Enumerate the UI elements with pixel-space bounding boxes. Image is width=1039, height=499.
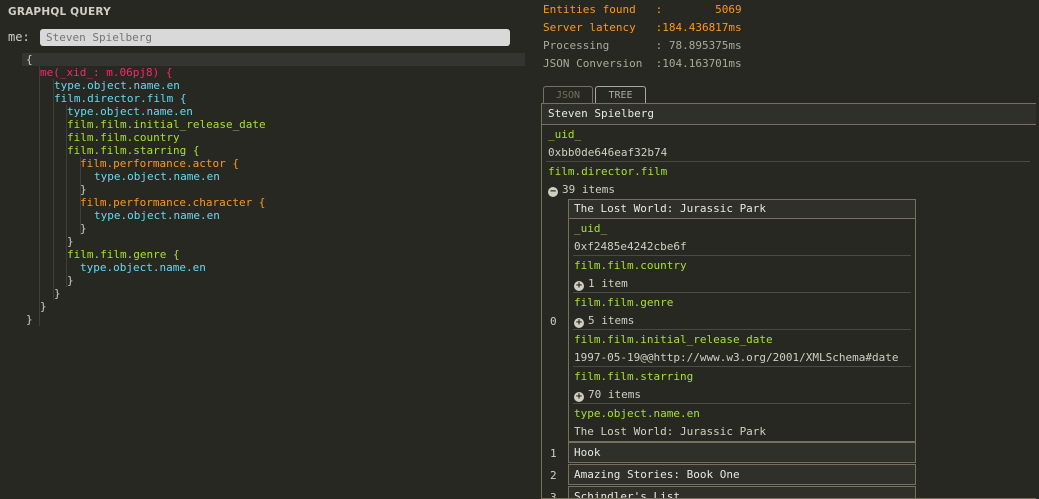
- query-line: film.film.country: [67, 131, 180, 144]
- query-line: {: [22, 53, 525, 66]
- query-editor[interactable]: { me(_xid_: m.06pj8) { type.object.name.…: [22, 53, 525, 333]
- query-line: type.object.name.en: [67, 105, 193, 118]
- film-row[interactable]: Schindler's List: [568, 486, 916, 499]
- query-line: type.object.name.en: [94, 209, 220, 222]
- name-value: The Lost World: Jurassic Park: [574, 425, 767, 438]
- film-index: 0: [550, 315, 557, 328]
- starring-toggle[interactable]: +70 items: [574, 388, 641, 402]
- divider: [573, 403, 911, 404]
- plus-circle-icon[interactable]: +: [574, 281, 584, 291]
- query-line: }: [67, 274, 74, 287]
- query-line: film.director.film {: [54, 92, 187, 105]
- divider: [573, 366, 911, 367]
- country-toggle[interactable]: +1 item: [574, 277, 628, 291]
- genre-toggle[interactable]: +5 items: [574, 314, 634, 328]
- tab-json[interactable]: JSON: [543, 86, 593, 104]
- processing-time: Processing : 78.895375ms: [543, 39, 742, 52]
- uid-value: 0xbb0de646eaf32b74: [548, 146, 668, 159]
- tab-tree[interactable]: TREE: [595, 86, 646, 104]
- query-line: }: [67, 235, 74, 248]
- genre-key: film.film.genre: [574, 296, 674, 309]
- query-line: type.object.name.en: [94, 170, 220, 183]
- divider: [573, 255, 911, 256]
- film-title: Amazing Stories: Book One: [574, 468, 740, 481]
- tree-view: Steven Spielberg _uid_ 0xbb0de646eaf32b7…: [541, 103, 1036, 499]
- film-index: 2: [550, 469, 557, 482]
- json-conversion-time: JSON Conversion :104.163701ms: [543, 57, 742, 70]
- director-key: film.director.film: [548, 165, 668, 178]
- tree-root-header[interactable]: Steven Spielberg: [542, 104, 1036, 125]
- query-line: }: [40, 300, 47, 313]
- query-line: }: [26, 313, 33, 326]
- divider: [546, 161, 1030, 162]
- query-line: type.object.name.en: [80, 261, 206, 274]
- indent-guide: [39, 66, 40, 326]
- plus-circle-icon[interactable]: +: [574, 318, 584, 328]
- film-uid-key: _uid_: [574, 222, 608, 235]
- panel-title: GRAPHQL QUERY: [8, 6, 111, 18]
- name-label: me:: [8, 30, 30, 44]
- query-line: }: [54, 287, 61, 300]
- indent-guide: [53, 79, 54, 300]
- release-value: 1997-05-19@@http://www.w3.org/2001/XMLSc…: [574, 351, 899, 364]
- minus-circle-icon[interactable]: −: [548, 187, 558, 197]
- film-title: Schindler's List: [574, 490, 680, 499]
- server-latency: Server latency :184.436817ms: [543, 21, 742, 34]
- entities-found: Entities found : 5069: [543, 3, 742, 16]
- starring-key: film.film.starring: [574, 370, 694, 383]
- uid-key: _uid_: [548, 128, 582, 141]
- release-key: film.film.initial_release_date: [574, 333, 773, 346]
- film-uid-value: 0xf2485e4242cbe6f: [574, 240, 687, 253]
- query-line: me(_xid_: m.06pj8) {: [40, 66, 173, 79]
- plus-circle-icon[interactable]: +: [574, 392, 584, 402]
- film-card-header[interactable]: The Lost World: Jurassic Park: [569, 200, 915, 219]
- film-index: 3: [550, 491, 557, 499]
- film-title: Hook: [574, 446, 601, 459]
- divider: [573, 292, 911, 293]
- query-line: film.performance.character {: [80, 196, 266, 209]
- results-panel: Entities found : 5069 Server latency :18…: [541, 0, 1039, 499]
- query-line: film.film.genre {: [67, 248, 180, 261]
- name-key: type.object.name.en: [574, 407, 700, 420]
- query-panel: GRAPHQL QUERY me: { me(_xid_: m.06pj8) {…: [0, 0, 526, 497]
- query-line: }: [80, 222, 87, 235]
- root-name: Steven Spielberg: [548, 107, 654, 120]
- director-toggle[interactable]: −39 items: [548, 183, 615, 197]
- name-input[interactable]: [40, 29, 510, 46]
- film-row[interactable]: Amazing Stories: Book One: [568, 464, 916, 485]
- query-line: }: [80, 183, 87, 196]
- film-index: 1: [550, 447, 557, 460]
- film-title: The Lost World: Jurassic Park: [574, 202, 767, 215]
- query-line: film.performance.actor {: [80, 157, 239, 170]
- query-line: film.film.starring {: [67, 144, 200, 157]
- film-card: The Lost World: Jurassic Park _uid_ 0xf2…: [568, 199, 916, 442]
- query-line: type.object.name.en: [54, 79, 180, 92]
- divider: [573, 329, 911, 330]
- film-row[interactable]: Hook: [568, 442, 916, 463]
- query-line: film.film.initial_release_date: [67, 118, 266, 131]
- country-key: film.film.country: [574, 259, 687, 272]
